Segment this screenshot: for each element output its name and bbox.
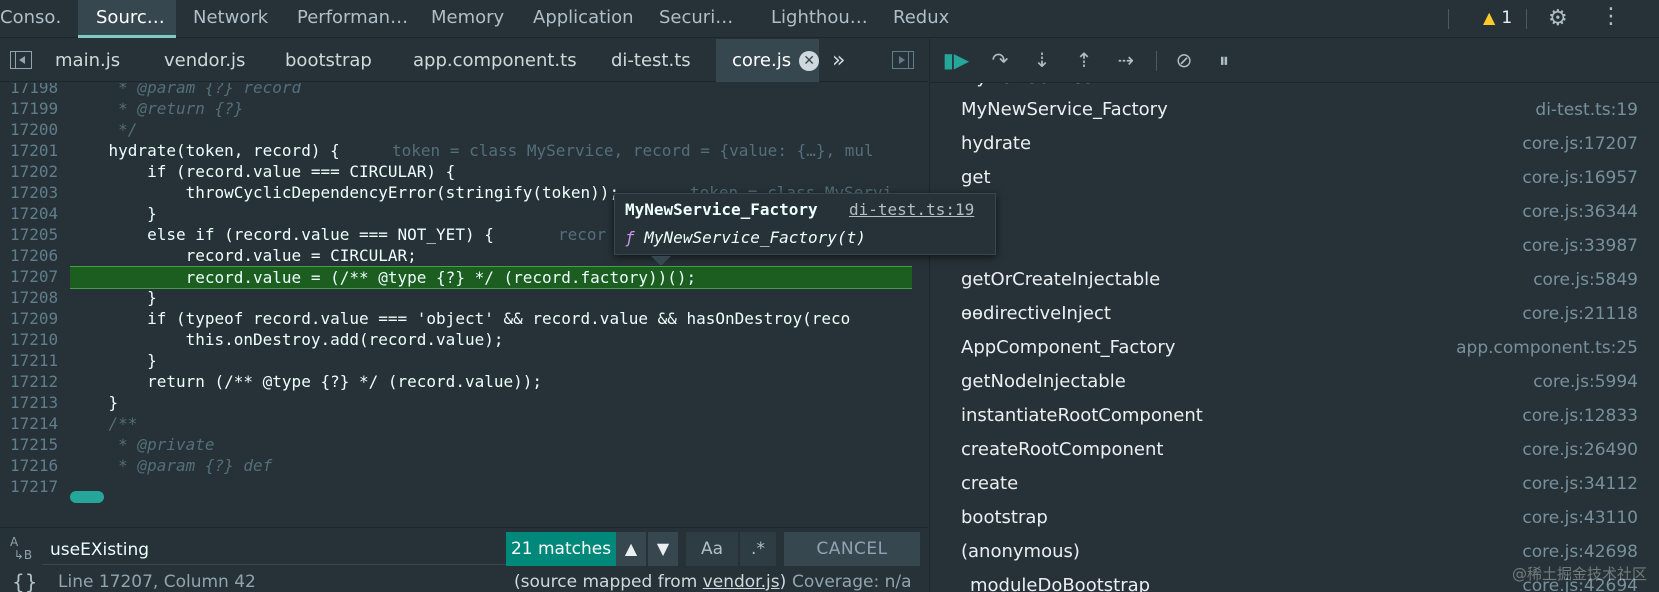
devtools-panel-tabs: Conso… Sourc… Network Performan… Memory … [0, 0, 1659, 38]
close-tab-icon[interactable]: ✕ [799, 51, 820, 71]
more-options-icon[interactable]: ⋮ [1600, 4, 1622, 30]
code-line: 17215 * @private [10, 435, 215, 454]
inline-value: recor [558, 225, 607, 244]
code-editor[interactable]: 17198 * @param {?} record 17199 * @retur… [0, 83, 928, 527]
source-map-link[interactable]: vendor.js [703, 572, 780, 592]
code-line: 17210 this.onDestroy.add(record.value); [10, 330, 504, 349]
regex-button[interactable]: .* [740, 532, 776, 566]
warning-triangle-icon: ▲ [1483, 8, 1496, 27]
code-line-paused: 17207 record.value = (/** @type {?} */ (… [0, 266, 912, 289]
tab-network[interactable]: Network [193, 0, 273, 38]
tooltip-arrow [651, 256, 671, 266]
search-input[interactable] [42, 535, 507, 565]
call-stack-list: MyNewServicedi-test.ts:17 MyNewService_F… [930, 83, 1659, 592]
code-line: 17209 if (typeof record.value === 'objec… [10, 309, 851, 328]
call-frame[interactable]: get core.js:16957 [930, 161, 1659, 195]
tab-memory[interactable]: Memory [431, 0, 511, 38]
inline-value: token = class MyService, record = {value… [392, 141, 874, 160]
editor-status-bar: {} Line 17207, Column 42 (source mapped … [0, 570, 928, 592]
call-frame[interactable]: instantiateRootComponent core.js:12833 [930, 399, 1659, 433]
code-line: 17214 /** [10, 414, 138, 433]
resume-icon[interactable]: ▮▶ [942, 47, 970, 73]
call-frame[interactable]: create core.js:34112 [930, 467, 1659, 501]
code-line: 17198 * @param {?} record [10, 83, 302, 97]
code-line: 17202 if (record.value === CIRCULAR) { [10, 162, 456, 181]
tab-security[interactable]: Securi… [659, 0, 741, 38]
code-line: 17208 } [10, 288, 157, 307]
file-tab-core-js[interactable]: core.js ✕ [716, 39, 820, 82]
call-frame[interactable]: MyNewService_Factory di-test.ts:19 [930, 93, 1659, 127]
tab-redux[interactable]: Redux [893, 0, 953, 38]
tab-application[interactable]: Application [533, 0, 633, 38]
step-into-icon[interactable]: ⇣ [1028, 47, 1056, 73]
code-line: 17201 hydrate(token, record) {token = cl… [10, 141, 874, 160]
call-frame[interactable]: createRootComponent core.js:26490 [930, 433, 1659, 467]
horizontal-scrollbar-thumb[interactable] [70, 491, 104, 503]
sources-editor-pane: main.js vendor.js bootstrap app.componen… [0, 39, 996, 592]
file-tab-bootstrap[interactable]: bootstrap [285, 39, 385, 82]
code-line: 17200 */ [10, 120, 138, 139]
code-line: 17216 * @param {?} def [10, 456, 273, 475]
cancel-button[interactable]: CANCEL [784, 532, 920, 566]
toggle-debugger-icon[interactable] [892, 51, 914, 69]
tab-performance[interactable]: Performan… [297, 0, 407, 38]
warnings-count: 1 [1501, 8, 1513, 28]
match-count: 21 matches [506, 532, 616, 566]
more-tabs-icon[interactable]: » [832, 39, 852, 82]
code-line: 17212 return (/** @type {?} */ (record.v… [10, 372, 543, 391]
file-tab-label: core.js [732, 50, 792, 71]
deactivate-breakpoints-icon[interactable]: ⊘ [1170, 47, 1198, 73]
tooltip-signature: ƒ MyNewService_Factory(t) [625, 228, 866, 247]
pretty-print-icon[interactable]: {} [12, 570, 37, 592]
call-frame[interactable]: AppComponent_Factory app.component.ts:25 [930, 331, 1659, 365]
file-tabs: main.js vendor.js bootstrap app.componen… [0, 39, 928, 82]
divider [1156, 51, 1157, 71]
code-line: 17199 * @return {?} [10, 99, 244, 118]
call-frame[interactable]: getcore.js:36344 [930, 195, 1659, 229]
previous-match-button[interactable]: ▲ [616, 532, 646, 566]
next-match-button[interactable]: ▼ [648, 532, 678, 566]
divider [1448, 9, 1449, 29]
code-line: 17217 [10, 477, 59, 496]
debugger-sidebar: ▮▶ ↷ ⇣ ⇡ ⇢ ⊘ ⏸ MyNewServicedi-test.ts:17… [929, 39, 1659, 592]
file-tab-main-js[interactable]: main.js [55, 39, 155, 82]
file-tab-app-component[interactable]: app.component.ts [413, 39, 583, 82]
call-frame[interactable]: ɵɵdirectiveInject core.js:21118 [930, 297, 1659, 331]
call-frame[interactable]: bootstrap core.js:43110 [930, 501, 1659, 535]
file-tab-vendor-js[interactable]: vendor.js [164, 39, 264, 82]
tab-lighthouse[interactable]: Lighthou… [771, 0, 867, 38]
step-over-icon[interactable]: ↷ [986, 47, 1014, 73]
divider [1526, 9, 1527, 29]
find-bar: A ↳B 21 matches ▲ ▼ Aa .* CANCEL [0, 527, 928, 571]
file-tab-di-test[interactable]: di-test.ts [611, 39, 711, 82]
gear-icon[interactable]: ⚙ [1548, 6, 1568, 31]
pause-on-exceptions-icon[interactable]: ⏸ [1210, 47, 1238, 73]
cursor-position: Line 17207, Column 42 [58, 572, 256, 592]
hover-tooltip: MyNewService_Factory di-test.ts:19 ƒ MyN… [614, 193, 996, 266]
step-icon[interactable]: ⇢ [1112, 47, 1140, 73]
warnings-counter[interactable]: ▲ 1 [1483, 8, 1512, 28]
code-line: 17211 } [10, 351, 157, 370]
replace-toggle-icon[interactable]: A ↳B [10, 536, 36, 564]
debugger-toolbar: ▮▶ ↷ ⇣ ⇡ ⇢ ⊘ ⏸ [930, 39, 1659, 83]
toggle-navigator-icon[interactable] [10, 51, 32, 69]
source-mapped-info: (source mapped from vendor.js) [514, 572, 787, 592]
tab-console[interactable]: Conso… [0, 0, 62, 38]
call-frame[interactable]: hydrate core.js:17207 [930, 127, 1659, 161]
coverage-info: Coverage: n/a [792, 572, 912, 592]
call-frame[interactable]: getNodeInjectable core.js:5994 [930, 365, 1659, 399]
match-case-button[interactable]: Aa [686, 532, 738, 566]
tab-sources[interactable]: Sourc… [78, 0, 176, 38]
tooltip-location-link[interactable]: di-test.ts:19 [849, 200, 974, 219]
watermark: @稀土掘金技术社区 [1511, 565, 1647, 583]
tooltip-function-name: MyNewService_Factory [625, 200, 818, 219]
call-frame[interactable]: getcore.js:33987 [930, 229, 1659, 263]
call-frame[interactable]: getOrCreateInjectable core.js:5849 [930, 263, 1659, 297]
step-out-icon[interactable]: ⇡ [1070, 47, 1098, 73]
code-line: 17213 } [10, 393, 119, 412]
